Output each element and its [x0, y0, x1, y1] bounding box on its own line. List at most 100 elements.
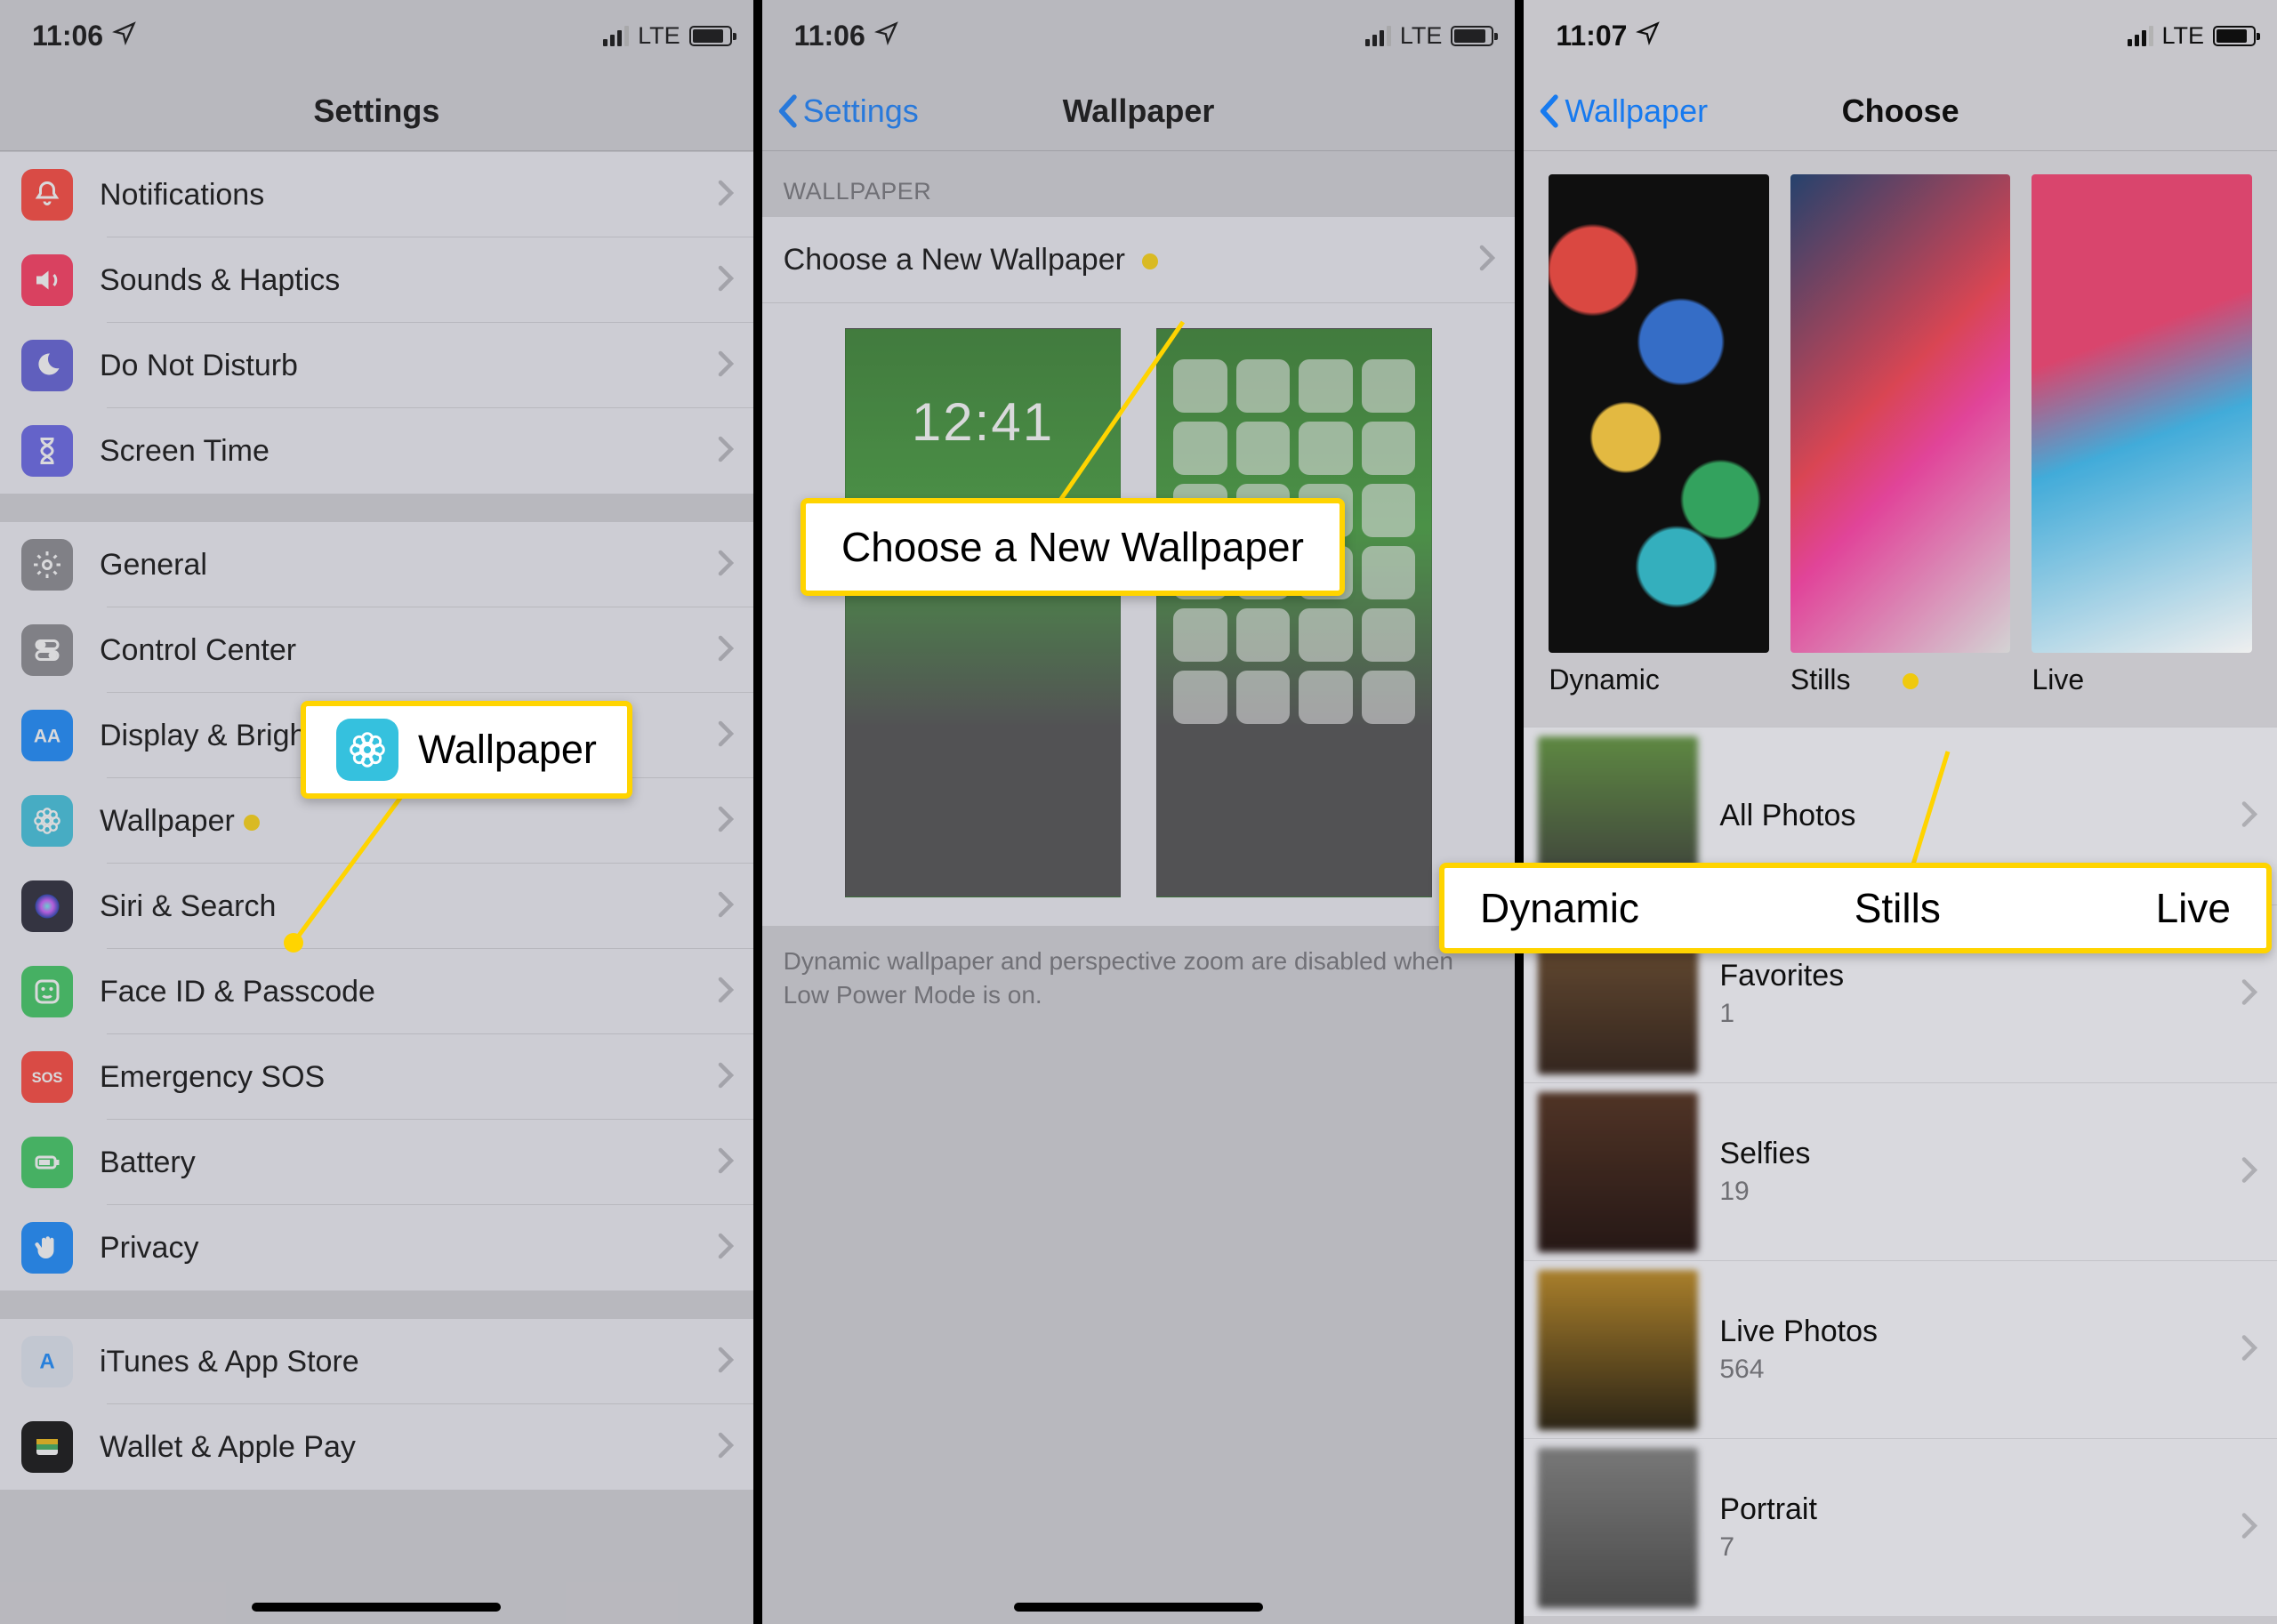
- category-label: Live: [2032, 663, 2252, 696]
- status-bar: 11:07 LTE: [1524, 0, 2277, 71]
- network-label: LTE: [1400, 22, 1443, 50]
- faceid-icon: [21, 966, 73, 1017]
- chevron-right-icon: [2241, 800, 2257, 832]
- nav-bar: Settings Wallpaper: [762, 71, 1516, 151]
- chevron-right-icon: [2241, 1334, 2257, 1365]
- settings-row-label: Notifications: [100, 178, 718, 213]
- general-icon: [21, 539, 73, 591]
- settings-row-dnd[interactable]: Do Not Disturb: [0, 323, 753, 408]
- back-label: Wallpaper: [1565, 92, 1708, 130]
- settings-row-wallet[interactable]: Wallet & Apple Pay: [0, 1404, 753, 1490]
- settings-row-sounds[interactable]: Sounds & Haptics: [0, 237, 753, 323]
- location-icon: [1636, 20, 1661, 52]
- nav-bar: Wallpaper Choose: [1524, 71, 2277, 151]
- settings-row-label: iTunes & App Store: [100, 1345, 718, 1379]
- wallpaper-previews: [762, 303, 1516, 927]
- itunes-icon: A: [21, 1336, 73, 1387]
- signal-icon: [603, 26, 629, 46]
- dynamic-thumb: [1549, 174, 1769, 653]
- highlight-dot-icon: [1142, 253, 1158, 269]
- location-icon: [112, 20, 137, 52]
- settings-row-label: Screen Time: [100, 434, 718, 469]
- wallet-icon: [21, 1421, 73, 1473]
- screen-settings: 11:06 LTE Settings NotificationsSounds &…: [0, 0, 753, 1624]
- chevron-right-icon: [2241, 1512, 2257, 1543]
- category-dynamic[interactable]: Dynamic: [1549, 174, 1769, 696]
- home-screen-preview[interactable]: [1156, 328, 1432, 897]
- album-list[interactable]: All PhotosFavorites1Selfies19Live Photos…: [1524, 727, 2277, 1616]
- album-title: Selfies: [1719, 1137, 2257, 1171]
- category-live[interactable]: Live: [2032, 174, 2252, 696]
- back-label: Settings: [803, 92, 919, 130]
- wallpaper-footnote: Dynamic wallpaper and perspective zoom a…: [762, 927, 1516, 1030]
- settings-row-screentime[interactable]: Screen Time: [0, 408, 753, 494]
- chevron-right-icon: [718, 265, 734, 296]
- settings-row-faceid[interactable]: Face ID & Passcode: [0, 949, 753, 1034]
- category-stills[interactable]: Stills: [1790, 174, 2011, 696]
- choose-wallpaper-label: Choose a New Wallpaper: [784, 243, 1125, 277]
- live-thumb: [2032, 174, 2252, 653]
- privacy-icon: [21, 1222, 73, 1274]
- svg-text:A: A: [39, 1350, 54, 1374]
- screen-choose: 11:07 LTE Wallpaper Choose Dynamic Still…: [1515, 0, 2277, 1624]
- callout-wallpaper: Wallpaper: [301, 701, 632, 799]
- album-row[interactable]: Portrait7: [1524, 1438, 2277, 1616]
- stills-thumb: [1790, 174, 2011, 653]
- settings-row-label: Battery: [100, 1146, 718, 1180]
- settings-row-label: Emergency SOS: [100, 1060, 718, 1095]
- settings-row-general[interactable]: General: [0, 522, 753, 607]
- battery-icon: [21, 1137, 73, 1188]
- album-title: Live Photos: [1719, 1314, 2257, 1349]
- screentime-icon: [21, 425, 73, 477]
- settings-row-siri[interactable]: Siri & Search: [0, 864, 753, 949]
- album-thumb: [1538, 1270, 1698, 1430]
- album-thumb: [1538, 1092, 1698, 1252]
- status-time: 11:06: [32, 20, 103, 52]
- album-row[interactable]: Live Photos 564: [1524, 1260, 2277, 1438]
- chevron-right-icon: [718, 635, 734, 666]
- settings-row-control[interactable]: Control Center: [0, 607, 753, 693]
- chevron-right-icon: [718, 1233, 734, 1264]
- settings-row-itunes[interactable]: AiTunes & App Store: [0, 1319, 753, 1404]
- settings-row-label: Do Not Disturb: [100, 349, 718, 383]
- callout-stills: Stills: [1855, 884, 1941, 932]
- album-count: 564: [1719, 1355, 2257, 1385]
- signal-icon: [1365, 26, 1391, 46]
- wallpaper-categories: Dynamic Stills Live: [1524, 151, 2277, 705]
- lock-screen-preview[interactable]: [845, 328, 1121, 897]
- chevron-right-icon: [2241, 1156, 2257, 1187]
- notifications-icon: [21, 169, 73, 221]
- display-icon: AA: [21, 710, 73, 761]
- chevron-right-icon: [718, 436, 734, 467]
- chevron-right-icon: [718, 891, 734, 922]
- settings-row-notifications[interactable]: Notifications: [0, 152, 753, 237]
- home-indicator[interactable]: [252, 1603, 501, 1612]
- chevron-right-icon: [718, 1432, 734, 1463]
- album-count: 19: [1719, 1177, 2257, 1207]
- back-button[interactable]: Wallpaper: [1536, 92, 1708, 130]
- settings-row-label: Wallet & Apple Pay: [100, 1430, 718, 1465]
- album-thumb: [1538, 1448, 1698, 1608]
- svg-text:AA: AA: [34, 727, 60, 747]
- section-header: WALLPAPER: [762, 151, 1516, 216]
- settings-row-privacy[interactable]: Privacy: [0, 1205, 753, 1290]
- choose-wallpaper-row[interactable]: Choose a New Wallpaper: [762, 217, 1516, 302]
- album-title: All Photos: [1719, 799, 2257, 833]
- callout-categories: Dynamic Stills Live: [1439, 863, 2272, 953]
- highlight-dot-icon: [244, 815, 260, 831]
- settings-list[interactable]: Notifications Sounds & Haptics Do Not Dist…: [0, 151, 753, 1491]
- network-label: LTE: [638, 22, 680, 50]
- control-icon: [21, 624, 73, 676]
- back-button[interactable]: Settings: [775, 92, 919, 130]
- settings-row-sos[interactable]: SOSEmergency SOS: [0, 1034, 753, 1120]
- album-title: Favorites: [1719, 959, 2257, 993]
- screen-wallpaper: 11:06 LTE Settings Wallpaper WALLPAPER C…: [753, 0, 1516, 1624]
- settings-row-battery[interactable]: Battery: [0, 1120, 753, 1205]
- home-indicator[interactable]: [1014, 1603, 1263, 1612]
- settings-row-label: Wallpaper: [100, 804, 718, 839]
- album-row[interactable]: Selfies 19: [1524, 1082, 2277, 1260]
- page-title: Choose: [1842, 92, 1959, 130]
- album-count: 7: [1719, 1532, 2257, 1563]
- callout-label: Wallpaper: [418, 727, 597, 773]
- battery-icon: [689, 26, 732, 46]
